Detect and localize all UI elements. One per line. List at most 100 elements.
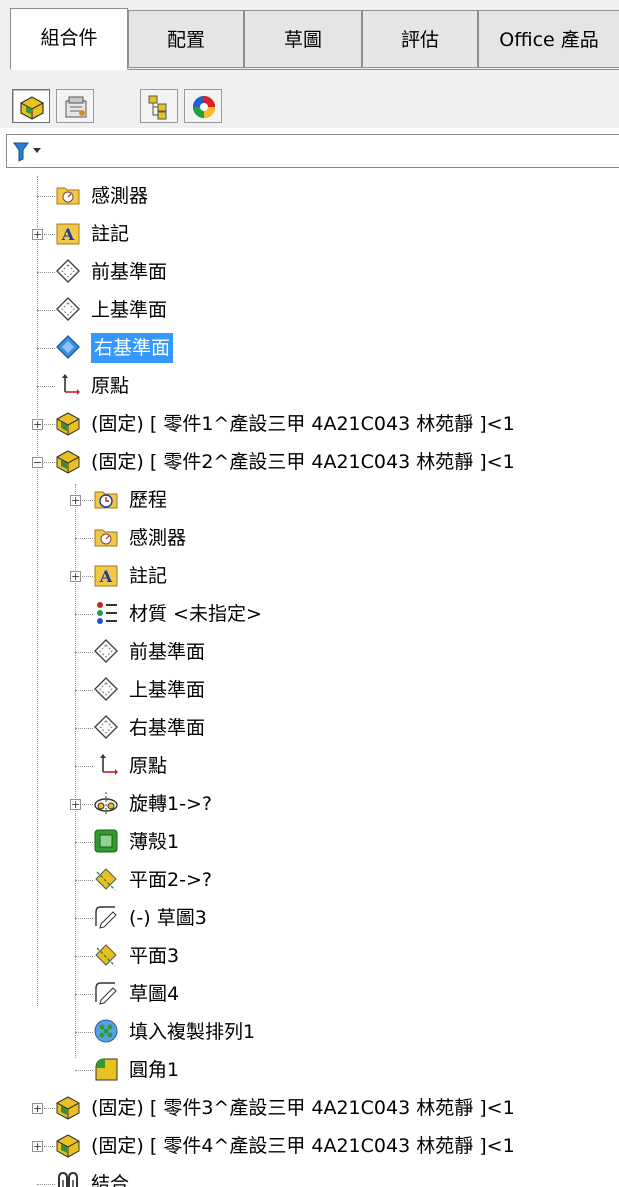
tree-item-origin[interactable]: 原點: [0, 368, 619, 404]
tree-label: 上基準面: [91, 299, 168, 321]
part-icon: [56, 450, 80, 474]
tree-label: (固定) [ 零件2^產設三甲 4A21C043 林苑靜 ]<1: [91, 451, 515, 473]
tree-label: 前基準面: [91, 261, 168, 283]
tree-label: 歷程: [129, 489, 168, 511]
sensor-folder-icon: [56, 187, 80, 205]
part-icon: [56, 412, 80, 436]
tree-item-sketch4[interactable]: 草圖4: [0, 976, 619, 1012]
tree-label: 圓角1: [129, 1059, 180, 1081]
tree-item-right-plane[interactable]: 右基準面: [0, 710, 619, 746]
expand-icon[interactable]: +: [32, 1141, 43, 1152]
tree-item-revolve[interactable]: + 旋轉1->?: [0, 786, 619, 822]
expand-icon[interactable]: +: [32, 229, 43, 240]
material-icon: [97, 602, 117, 624]
configurationmanager-button[interactable]: [140, 89, 178, 123]
tree-filter-bar[interactable]: [6, 134, 619, 168]
collapse-icon[interactable]: −: [32, 457, 43, 468]
tree-item-sensors[interactable]: 感測器: [0, 520, 619, 556]
tree-item-part3[interactable]: + (固定) [ 零件3^產設三甲 4A21C043 林苑靜 ]<1: [0, 1090, 619, 1126]
tree-item-annotations[interactable]: + A 註記: [0, 216, 619, 252]
tree-item-part4[interactable]: + (固定) [ 零件4^產設三甲 4A21C043 林苑靜 ]<1: [0, 1128, 619, 1164]
tab-sketch[interactable]: 草圖: [244, 10, 362, 68]
displaymanager-button[interactable]: [184, 89, 222, 123]
tree-label: 平面2->?: [129, 869, 212, 891]
tree-item-plane2[interactable]: 平面2->?: [0, 862, 619, 898]
part-icon: [56, 1134, 80, 1158]
shell-icon: [94, 829, 118, 853]
tree-item-fill-pattern[interactable]: 填入複製排列1: [0, 1014, 619, 1050]
reference-plane-icon: [95, 944, 117, 967]
displaymanager-icon: [193, 96, 215, 118]
revolve-icon: [94, 792, 118, 814]
tree-label: (固定) [ 零件1^產設三甲 4A21C043 林苑靜 ]<1: [91, 413, 515, 435]
expand-icon[interactable]: +: [70, 571, 81, 582]
fillet-icon: [95, 1058, 118, 1081]
svg-text:A: A: [99, 567, 113, 586]
plane-selected-icon: [56, 335, 80, 359]
sketch-icon: [95, 982, 117, 1005]
tree-item-part1[interactable]: + (固定) [ 零件1^產設三甲 4A21C043 林苑靜 ]<1: [0, 406, 619, 442]
plane-icon: [94, 677, 118, 701]
tab-evaluate[interactable]: 評估: [362, 10, 478, 68]
annotation-folder-icon: A: [94, 565, 118, 587]
featuremanager-tree-icon: [20, 96, 44, 120]
filter-icon[interactable]: [13, 142, 43, 162]
propertymanager-button[interactable]: [56, 89, 94, 123]
tree-label: 填入複製排列1: [129, 1021, 256, 1043]
tree-label: 薄殼1: [129, 831, 180, 853]
tree-item-right-plane[interactable]: 右基準面: [0, 330, 619, 366]
feature-tree: 感測器 + A 註記 前基準面 上基準面 右基準面 原點 + (固定) [零件…: [0, 168, 619, 1187]
tree-label: (固定) [ 零件4^產設三甲 4A21C043 林苑靜 ]<1: [91, 1135, 515, 1157]
expand-icon[interactable]: +: [32, 1103, 43, 1114]
tree-item-top-plane[interactable]: 上基準面: [0, 292, 619, 328]
tree-item-sensors[interactable]: 感測器: [0, 178, 619, 214]
plane-icon: [56, 297, 80, 321]
mates-icon: [58, 1171, 78, 1187]
tree-item-fillet[interactable]: 圓角1: [0, 1052, 619, 1088]
chevron-down-icon: [33, 148, 41, 153]
tree-label: 感測器: [91, 185, 149, 207]
tree-item-front-plane[interactable]: 前基準面: [0, 634, 619, 670]
tree-item-annotations[interactable]: + A 註記: [0, 558, 619, 594]
tab-divider: [128, 69, 619, 70]
tab-assembly[interactable]: 組合件: [10, 8, 128, 70]
tab-configuration[interactable]: 配置: [128, 10, 244, 68]
tree-item-front-plane[interactable]: 前基準面: [0, 254, 619, 290]
tree-label: 上基準面: [129, 679, 206, 701]
fill-pattern-icon: [94, 1019, 118, 1043]
tree-label: 結合: [91, 1173, 130, 1187]
tree-label: (固定) [ 零件3^產設三甲 4A21C043 林苑靜 ]<1: [91, 1097, 515, 1119]
tree-item-shell[interactable]: 薄殼1: [0, 824, 619, 860]
sensor-folder-icon: [94, 529, 118, 547]
manager-toolbar: [0, 78, 619, 128]
tree-label: 旋轉1->?: [129, 793, 212, 815]
annotation-folder-icon: A: [56, 223, 80, 245]
tab-office-products[interactable]: Office 產品: [478, 10, 619, 68]
sketch-icon: [95, 906, 117, 929]
tree-item-origin[interactable]: 原點: [0, 748, 619, 784]
svg-text:A: A: [61, 225, 75, 244]
tree-label: 材質 <未指定>: [129, 603, 262, 625]
expand-icon[interactable]: +: [32, 419, 43, 430]
tree-label: 註記: [91, 223, 130, 245]
tree-item-history[interactable]: + 歷程: [0, 482, 619, 518]
tree-item-top-plane[interactable]: 上基準面: [0, 672, 619, 708]
part-icon: [56, 1096, 80, 1120]
tab-bar: 組合件 配置 草圖 評估 Office 產品: [0, 0, 619, 78]
tree-item-mates[interactable]: 結合: [0, 1166, 619, 1187]
featuremanager-tree-button[interactable]: [12, 89, 50, 123]
tree-item-part2[interactable]: − (固定) [ 零件2^產設三甲 4A21C043 林苑靜 ]<1: [0, 444, 619, 480]
expand-icon[interactable]: +: [70, 799, 81, 810]
origin-icon: [62, 374, 80, 395]
tree-item-material[interactable]: 材質 <未指定>: [0, 596, 619, 632]
plane-icon: [94, 715, 118, 739]
expand-icon[interactable]: +: [70, 495, 81, 506]
tree-label: 感測器: [129, 527, 187, 549]
tree-item-sketch3[interactable]: (-) 草圖3: [0, 900, 619, 936]
tree-label: 原點: [91, 375, 130, 397]
tree-item-plane3[interactable]: 平面3: [0, 938, 619, 974]
tree-label: 註記: [129, 565, 168, 587]
tree-label: (-) 草圖3: [129, 907, 207, 929]
origin-icon: [100, 754, 118, 775]
tree-label: 草圖4: [129, 983, 180, 1005]
